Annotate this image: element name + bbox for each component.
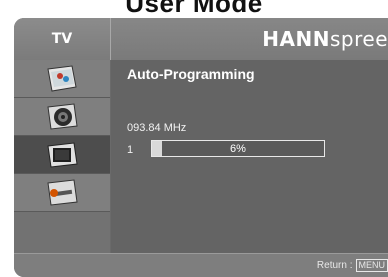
speaker-icon [47,102,78,130]
tv-osd-panel: TV HANN spree Auto-Programming 093.84 MH… [14,18,388,277]
sidebar-item-tv[interactable] [14,136,110,174]
sidebar-item-picture[interactable] [14,60,110,98]
menu-title: Auto-Programming [127,66,255,82]
scan-progress-percent: 6% [230,142,246,155]
page-heading: User Mode [125,0,263,18]
sidebar-item-setup[interactable] [14,174,110,212]
sidebar-item-sound[interactable] [14,98,110,136]
wrench-icon [47,178,78,206]
menu-key-label: MENU [355,259,388,272]
auto-programming-panel: Auto-Programming 093.84 MHz 1 6% [111,60,388,254]
osd-header: TV HANN spree [14,18,388,60]
sidebar-menu [14,60,110,254]
brand-logo: HANN spree [262,18,388,60]
brand-logo-bold: HANN [262,27,330,51]
tab-tv[interactable]: TV [14,18,111,60]
return-label: Return : [316,260,353,271]
osd-footer: Return : MENU [14,253,388,277]
brand-logo-light: spree [329,27,388,51]
picture-icon [47,64,77,92]
tv-icon [47,141,78,168]
frequency-readout: 093.84 MHz [127,122,187,134]
return-hint: Return : MENU [317,254,388,277]
channel-number: 1 [127,144,134,156]
scan-progress-bar: 6% [151,140,325,157]
